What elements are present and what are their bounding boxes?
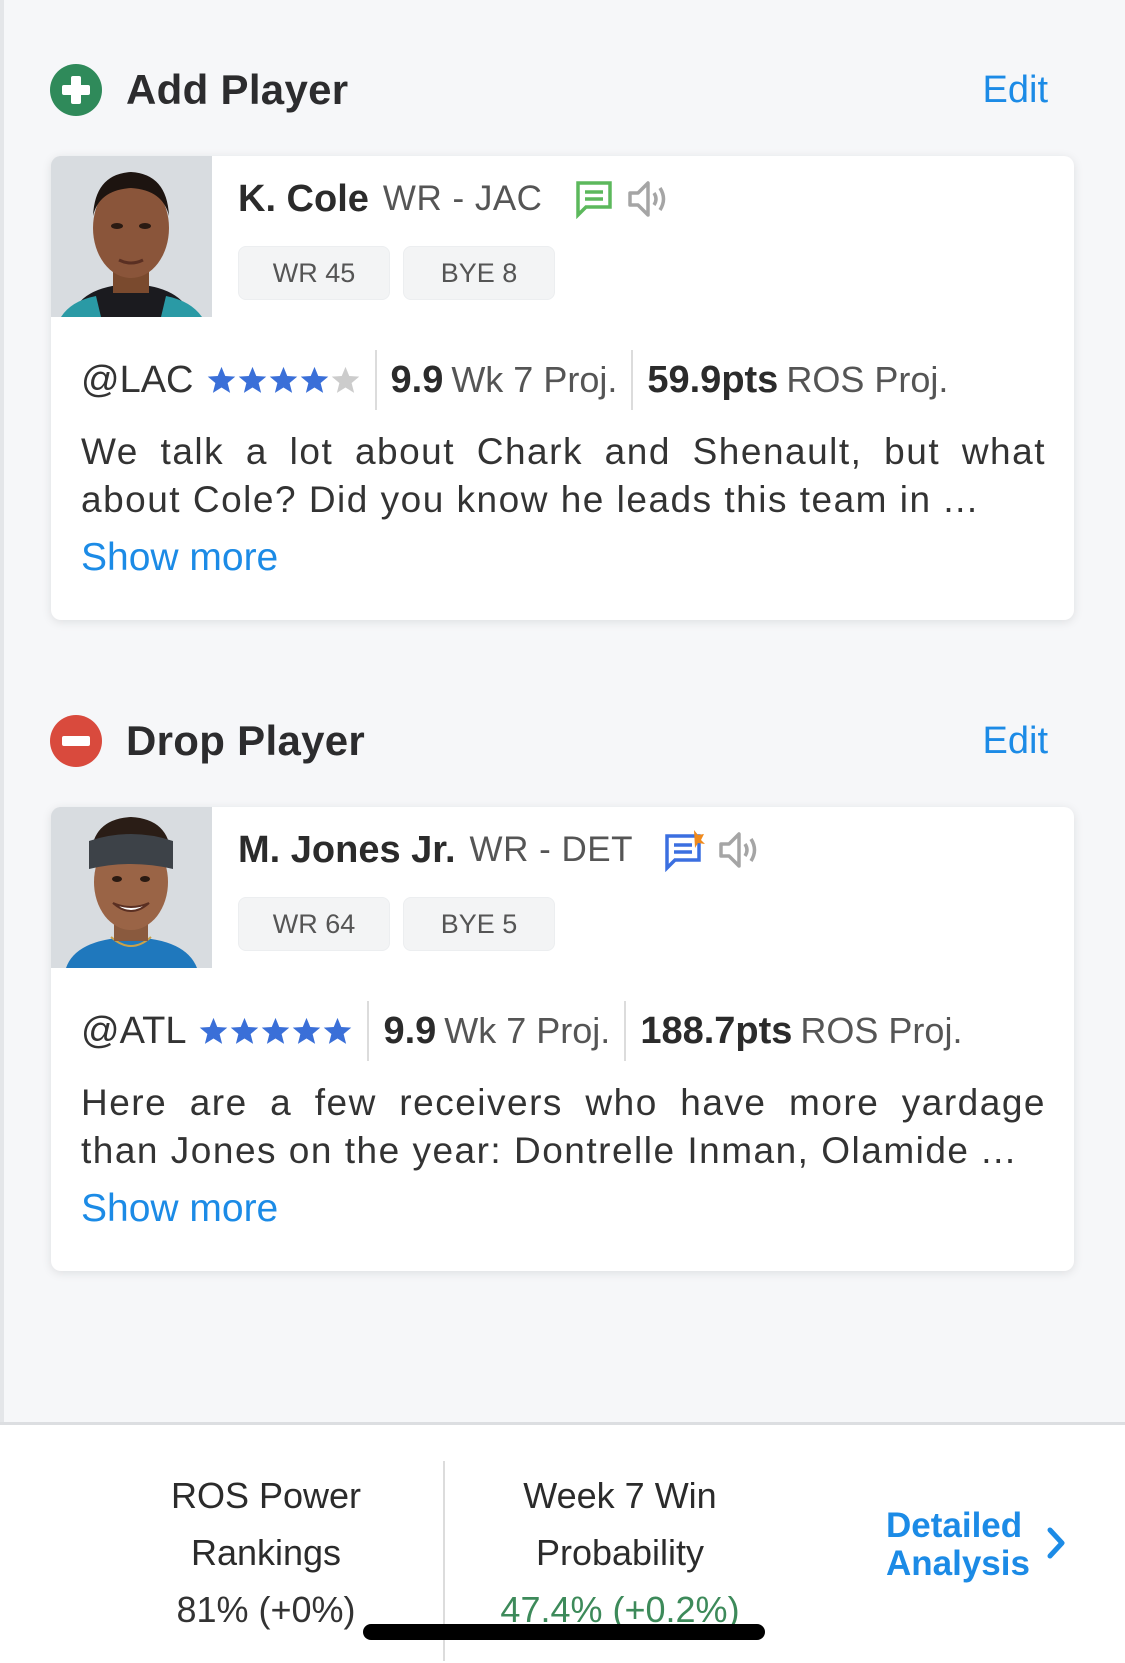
position-rank-badge: WR 64 — [238, 897, 390, 951]
week-projection-value: 9.9 — [383, 1009, 437, 1052]
drop-player-edit-link[interactable]: Edit — [983, 720, 1050, 763]
opponent: @LAC — [81, 358, 194, 401]
player-news-description: Here are a few receivers who have more y… — [81, 1082, 1046, 1171]
drop-player-card: M. Jones Jr. WR - DET WR 64 BYE 5 @ATL 9… — [51, 807, 1074, 1271]
divider — [367, 1001, 370, 1061]
detailed-analysis-button[interactable]: Detailed Analysis — [886, 1507, 1066, 1583]
player-photo — [51, 807, 212, 968]
ros-power-label-line2: Rankings — [190, 1532, 342, 1573]
divider — [374, 350, 377, 410]
detailed-analysis-line1: Detailed — [886, 1506, 1023, 1545]
chat-bubble-alert-icon[interactable] — [663, 828, 707, 872]
detailed-analysis-label: Detailed Analysis — [886, 1507, 1030, 1583]
drop-player-header: Drop Player Edit — [50, 711, 1050, 771]
add-player-title: Add Player — [126, 66, 349, 113]
divider — [631, 350, 634, 410]
star-filled-icon — [200, 1017, 228, 1044]
add-player-edit-link[interactable]: Edit — [983, 69, 1050, 112]
bye-week-badge: BYE 5 — [403, 897, 555, 951]
week-projection-label: Wk 7 Proj. — [444, 1010, 611, 1051]
matchup-rating-stars — [198, 1016, 353, 1046]
win-prob-label-line2: Probability — [535, 1532, 705, 1573]
plus-circle-icon — [50, 64, 102, 116]
win-probability: Week 7 Win Probability 47.4% (+0.2%) — [460, 1467, 780, 1638]
player-name[interactable]: M. Jones Jr. — [238, 829, 456, 872]
matchup-rating-stars — [206, 365, 361, 395]
add-player-card: K. Cole WR - JAC WR 45 BYE 8 @LAC 9.9 Wk… — [51, 156, 1074, 620]
ros-projection-value: 59.9pts — [647, 358, 779, 401]
ros-projection-label: ROS Proj. — [800, 1010, 963, 1051]
win-prob-label-line1: Week 7 Win — [523, 1475, 717, 1516]
minus-circle-icon — [50, 715, 102, 767]
detailed-analysis-line2: Analysis — [886, 1544, 1030, 1583]
speaker-icon[interactable] — [717, 828, 761, 872]
player-position-team: WR - JAC — [382, 179, 543, 218]
player-name-row: M. Jones Jr. WR - DET — [238, 825, 761, 875]
star-filled-icon — [324, 1017, 352, 1044]
position-rank-badge: WR 45 — [238, 246, 390, 300]
player-news-description: We talk a lot about Chark and Shenault, … — [81, 431, 1046, 520]
star-filled-icon — [207, 366, 235, 393]
drop-player-title: Drop Player — [126, 717, 366, 764]
player-stats-row: @LAC 9.9 Wk 7 Proj. 59.9pts ROS Proj. — [81, 350, 949, 410]
player-stats-row: @ATL 9.9 Wk 7 Proj. 188.7pts ROS Proj. — [81, 1001, 963, 1061]
ros-projection-label: ROS Proj. — [786, 359, 949, 400]
ros-projection-value: 188.7pts — [640, 1009, 793, 1052]
star-filled-icon — [300, 366, 328, 393]
player-photo — [51, 156, 212, 317]
player-name[interactable]: K. Cole — [238, 178, 369, 221]
star-filled-icon — [269, 366, 297, 393]
page-edge — [0, 0, 4, 1422]
ros-power-rankings: ROS Power Rankings 81% (+0%) — [116, 1467, 416, 1638]
add-player-header: Add Player Edit — [50, 60, 1050, 120]
opponent: @ATL — [81, 1009, 187, 1052]
player-badges: WR 45 BYE 8 — [238, 246, 555, 300]
chat-bubble-icon[interactable] — [572, 177, 616, 221]
player-position-team: WR - DET — [469, 830, 633, 869]
star-filled-icon — [238, 366, 266, 393]
star-filled-icon — [293, 1017, 321, 1044]
show-more-link[interactable]: Show more — [81, 536, 278, 580]
divider — [624, 1001, 627, 1061]
home-indicator — [363, 1624, 765, 1640]
chevron-right-icon — [1046, 1526, 1066, 1565]
ros-power-label-line1: ROS Power — [170, 1475, 362, 1516]
show-more-link[interactable]: Show more — [81, 1187, 278, 1231]
star-empty-icon — [331, 366, 359, 393]
player-name-row: K. Cole WR - JAC — [238, 174, 670, 224]
week-projection-label: Wk 7 Proj. — [451, 359, 618, 400]
speaker-icon[interactable] — [626, 177, 670, 221]
star-filled-icon — [231, 1017, 259, 1044]
player-badges: WR 64 BYE 5 — [238, 897, 555, 951]
bye-week-badge: BYE 8 — [403, 246, 555, 300]
star-filled-icon — [262, 1017, 290, 1044]
week-projection-value: 9.9 — [390, 358, 444, 401]
